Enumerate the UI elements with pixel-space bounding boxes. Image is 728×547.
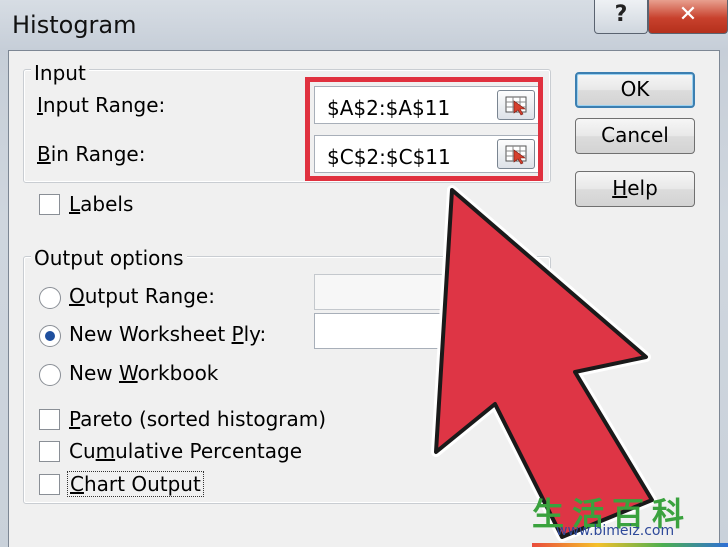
red-arrow-cursor-icon bbox=[431, 185, 657, 542]
watermark-url: www.bimeiz.com bbox=[556, 523, 675, 539]
watermark-stripe bbox=[532, 543, 728, 547]
watermark: 生活百科 www.bimeiz.com bbox=[532, 487, 728, 547]
